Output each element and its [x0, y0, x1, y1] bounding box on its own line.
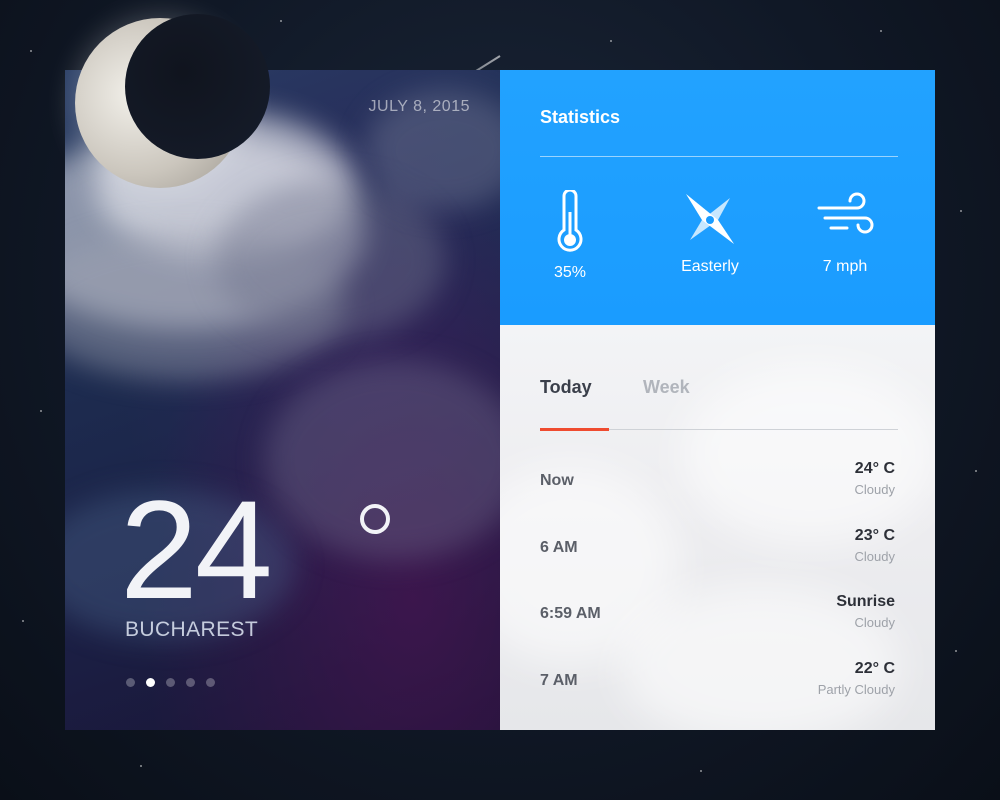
forecast-time: 6 AM	[540, 539, 578, 556]
page-dot-5[interactable]	[206, 678, 215, 687]
details-panel: Statistics 35% Easterly 7 mph Today Week…	[500, 70, 935, 730]
compass-icon	[686, 194, 734, 244]
statistics-divider	[540, 156, 898, 157]
forecast-time: Now	[540, 472, 574, 489]
statistics-card: Statistics 35% Easterly 7 mph	[500, 70, 935, 325]
page-dot-3[interactable]	[166, 678, 175, 687]
current-temperature: 24	[120, 471, 390, 628]
forecast-condition: Cloudy	[854, 615, 895, 630]
forecast-row: 6:59 AM Sunrise Cloudy	[540, 593, 898, 643]
date-label: JULY 8, 2015	[368, 98, 470, 115]
forecast-time: 7 AM	[540, 672, 578, 689]
temperature-value: 24	[120, 471, 273, 628]
forecast-row: Now 24° C Cloudy	[540, 460, 898, 510]
city-name: BUCHAREST	[125, 618, 259, 641]
forecast-value: Sunrise	[836, 593, 895, 610]
statistics-title: Statistics	[540, 107, 621, 127]
active-tab-indicator	[540, 428, 609, 431]
page-dot-1[interactable]	[126, 678, 135, 687]
humidity-value: 35%	[553, 264, 587, 281]
page-dot-2[interactable]	[146, 678, 155, 687]
page-indicator	[126, 678, 215, 687]
tab-week[interactable]: Week	[643, 377, 690, 398]
thermometer-icon	[557, 190, 583, 252]
forecast-condition: Partly Cloudy	[817, 682, 895, 697]
page-dot-4[interactable]	[186, 678, 195, 687]
forecast-condition: Cloudy	[854, 549, 895, 564]
tab-today[interactable]: Today	[540, 377, 592, 398]
forecast-value: 24° C	[854, 460, 895, 477]
degree-symbol-icon	[360, 504, 390, 534]
forecast-card: Today Week Now 24° C Cloudy 6 AM 23° C C…	[500, 325, 935, 730]
wind-speed-value: 7 mph	[822, 258, 868, 275]
forecast-condition: Cloudy	[854, 482, 895, 497]
wind-icon	[817, 192, 874, 234]
forecast-value: 22° C	[854, 660, 895, 677]
forecast-time: 6:59 AM	[540, 605, 601, 622]
forecast-row: 6 AM 23° C Cloudy	[540, 527, 898, 577]
moon-icon	[75, 14, 270, 208]
stat-humidity: 35%	[510, 190, 630, 282]
forecast-row: 7 AM 22° C Partly Cloudy	[540, 660, 898, 710]
stat-wind-direction: Easterly	[650, 190, 770, 276]
stat-wind-speed: 7 mph	[785, 190, 905, 276]
wind-direction-value: Easterly	[681, 258, 739, 275]
forecast-value: 23° C	[854, 527, 895, 544]
